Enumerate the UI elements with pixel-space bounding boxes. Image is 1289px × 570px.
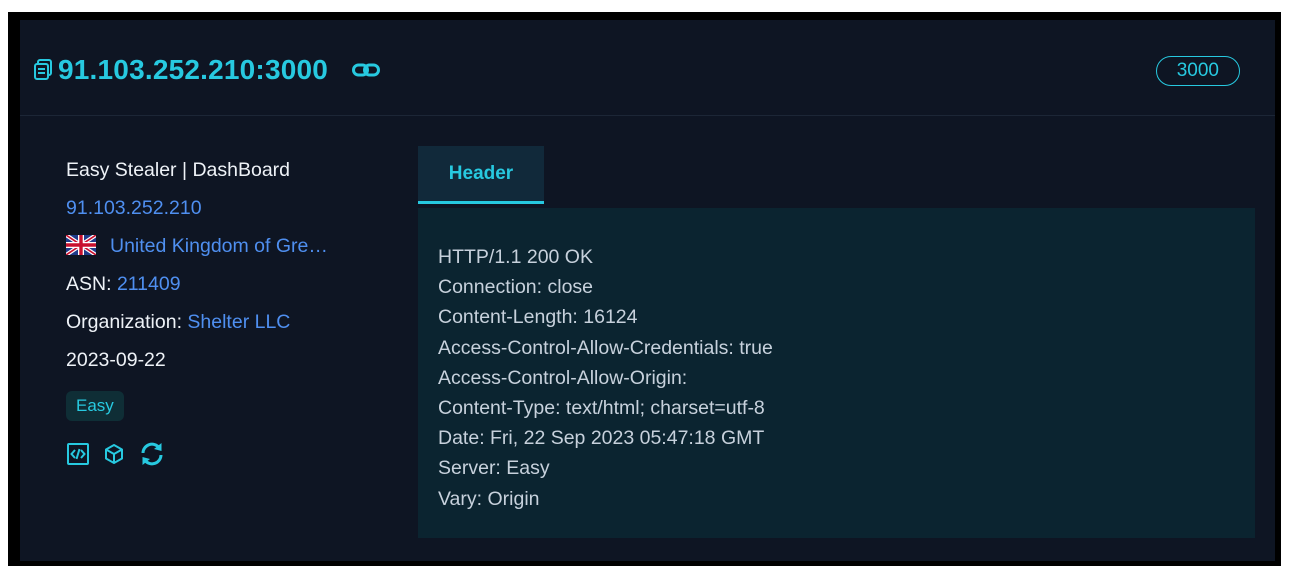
ip-link[interactable]: 91.103.252.210 [66, 197, 202, 219]
result-card: 91.103.252.210:3000 3000 Easy Stealer | … [20, 20, 1275, 561]
asn-link[interactable]: 211409 [117, 273, 181, 295]
cube-icon[interactable] [102, 442, 126, 466]
tab-header[interactable]: Header [418, 146, 544, 204]
title-row: 91.103.252.210:3000 [34, 54, 381, 86]
header-line: HTTP/1.1 200 OK [438, 246, 593, 268]
uk-flag-icon [64, 230, 98, 257]
organization-label: Organization: [66, 311, 182, 333]
asn-row: ASN: 211409 [66, 265, 386, 303]
header-line: Access-Control-Allow-Credentials: true [438, 336, 773, 359]
page-title: Easy Stealer | DashBoard [66, 159, 291, 181]
header-line: Vary: Origin [438, 487, 540, 510]
header-line: Content-Type: text/html; charset=utf-8 [438, 397, 765, 420]
host-title-link[interactable]: 91.103.252.210:3000 [58, 54, 328, 86]
country-link[interactable]: United Kingdom of Gre… [110, 235, 328, 257]
header-line: Connection: close [438, 276, 594, 299]
header-line: Date: Fri, 22 Sep 2023 05:47:18 GMT [438, 427, 765, 450]
port-badge[interactable]: 3000 [1155, 56, 1240, 86]
host-info: Easy Stealer | DashBoard 91.103.252.210 … [64, 151, 386, 470]
header-line: Server: Easy [438, 457, 550, 480]
organization-row: Organization: Shelter LLC [66, 303, 386, 341]
refresh-icon[interactable] [138, 440, 166, 468]
tag-chip[interactable]: Easy [66, 391, 124, 421]
header-panel: HTTP/1.1 200 OK Connection: close Conten… [418, 208, 1255, 538]
header-line: Content-Length: 16124 [438, 306, 638, 329]
html-code-icon[interactable] [66, 442, 90, 466]
screenshot-frame: 91.103.252.210:3000 3000 Easy Stealer | … [8, 12, 1281, 566]
organization-link[interactable]: Shelter LLC [187, 311, 290, 333]
date-text: 2023-09-22 [66, 349, 166, 371]
link-icon[interactable] [352, 63, 381, 77]
country-row: United Kingdom of Gre… [64, 227, 386, 265]
document-icon[interactable] [34, 59, 52, 81]
header-line: Access-Control-Allow-Origin: [438, 366, 688, 389]
card-header: 91.103.252.210:3000 3000 [20, 20, 1275, 116]
asn-label: ASN: [66, 273, 112, 295]
action-icons [66, 438, 386, 470]
